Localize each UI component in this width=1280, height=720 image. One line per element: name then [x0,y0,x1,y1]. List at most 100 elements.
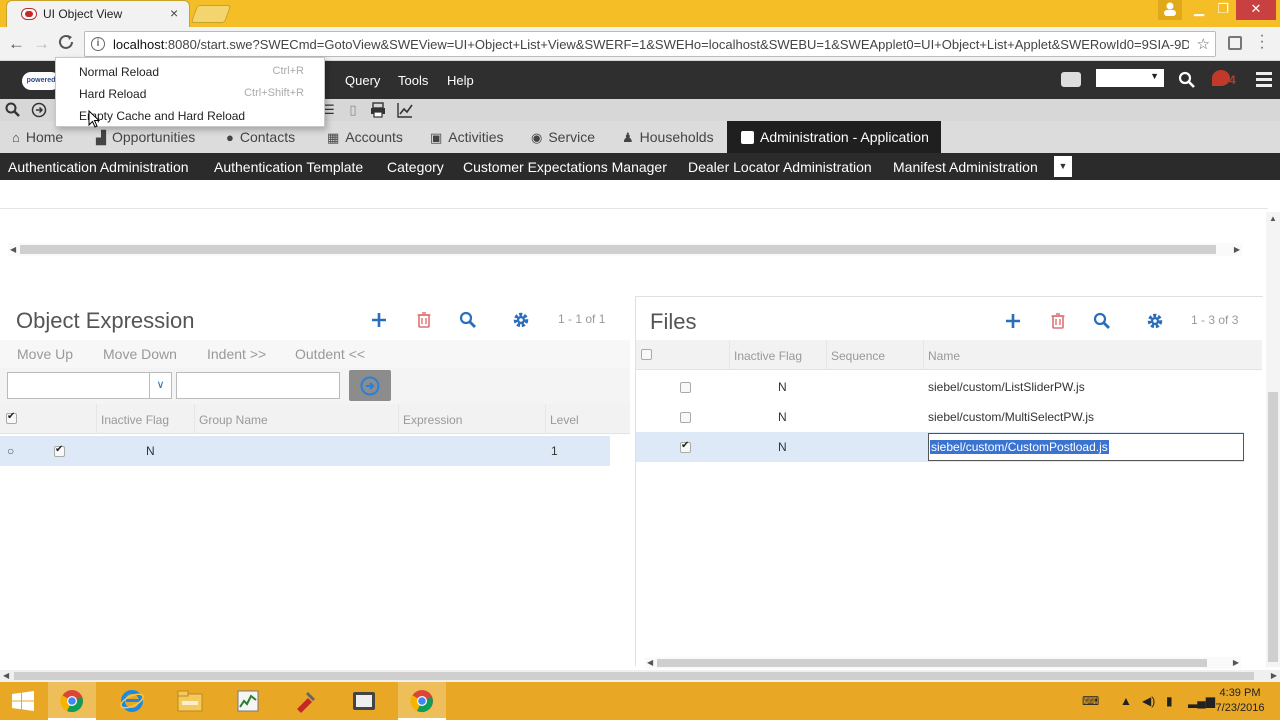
hamburger-menu-icon[interactable] [1256,72,1272,90]
taskbar-chrome-icon[interactable] [48,682,96,720]
volume-icon[interactable]: ◀) [1142,694,1155,708]
indent-button[interactable]: Indent >> [207,346,266,362]
row-checkbox[interactable] [680,440,691,453]
move-up-button[interactable]: Move Up [17,346,73,362]
column-header-sequence[interactable]: Sequence [831,349,885,363]
scroll-left-icon[interactable]: ◀ [647,658,653,667]
taskbar-file-explorer-icon[interactable] [166,682,214,720]
notification-icon[interactable] [1212,70,1230,86]
profile-icon[interactable] [1158,0,1182,20]
view-link-customer-expectations-manager[interactable]: Customer Expectations Manager [463,159,667,175]
row-checkbox[interactable] [54,444,65,457]
cell-name[interactable]: siebel/custom/ListSliderPW.js [928,380,1085,394]
more-views-dropdown[interactable]: ▼ [1054,156,1072,177]
print-icon[interactable] [369,101,387,119]
taskbar-internet-explorer-icon[interactable] [108,682,156,720]
select-all-checkbox[interactable] [641,349,652,360]
search-icon[interactable] [4,101,22,119]
table-row[interactable]: N siebel/custom/ListSliderPW.js [636,372,1244,402]
outdent-button[interactable]: Outdent << [295,346,365,362]
taskbar-task-manager-icon[interactable] [224,682,272,720]
scrollbar-thumb[interactable] [657,659,1207,667]
keyboard-icon[interactable]: ⌨ [1082,694,1099,708]
table-row-selected[interactable]: N siebel/custom/CustomPostload.js [636,432,1244,462]
scrollbar-thumb[interactable] [14,672,1254,680]
clipboard-icon[interactable]: ▯ [344,101,362,119]
table-row[interactable]: ○ N 1 [0,436,610,466]
scroll-right-icon[interactable]: ▶ [1234,245,1240,254]
browser-tab-active[interactable]: UI Object View × [6,0,190,27]
menu-item-hard-reload[interactable]: Hard Reload Ctrl+Shift+R [56,82,324,104]
cell-inactive-flag[interactable]: N [778,380,787,394]
row-checkbox[interactable] [680,382,691,393]
query-field-select[interactable]: ∨ [7,372,172,399]
taskbar-chrome-window-icon[interactable] [398,682,446,720]
table-row[interactable]: N siebel/custom/MultiSelectPW.js [636,402,1244,432]
url-input[interactable]: i localhost:8080/start.swe?SWECmd=GotoVi… [84,31,1216,57]
horizontal-scrollbar[interactable]: ◀ ▶ [645,657,1241,669]
bookmark-star-icon[interactable]: ☆ [1197,35,1210,53]
page-horizontal-scrollbar[interactable]: ◀ ▶ [0,670,1280,682]
view-link-authentication-template[interactable]: Authentication Template [214,159,363,175]
close-window-button[interactable]: ✕ [1236,0,1276,20]
tray-up-arrow-icon[interactable]: ▲ [1120,694,1132,708]
column-header-expression[interactable]: Expression [403,413,462,427]
delete-icon[interactable] [1048,311,1068,331]
scrollbar-thumb[interactable] [1268,392,1278,662]
minimize-button[interactable]: ▁ [1188,0,1210,20]
query-go-button[interactable] [349,370,391,401]
tab-administration-application[interactable]: Administration - Application [727,121,941,153]
scroll-up-icon[interactable]: ▲ [1269,214,1277,223]
scroll-right-icon[interactable]: ▶ [1233,658,1239,667]
cell-inactive-flag[interactable]: N [146,444,155,458]
maximize-button[interactable]: ❐ [1212,0,1234,20]
cell-inactive-flag[interactable]: N [778,440,787,454]
gear-icon[interactable] [511,310,531,330]
view-link-category[interactable]: Category [387,159,444,175]
vertical-scrollbar[interactable]: ▲ [1266,212,1280,667]
scrollbar-thumb[interactable] [20,245,1216,254]
column-header-inactive-flag[interactable]: Inactive Flag [734,349,802,363]
menu-item-normal-reload[interactable]: Normal Reload Ctrl+R [56,60,324,82]
tab-households[interactable]: ♟ Households [622,121,714,153]
clock-date[interactable]: 7/23/2016 [1210,702,1270,714]
scroll-left-icon[interactable]: ◀ [10,245,16,254]
tab-accounts[interactable]: ▦ Accounts [327,121,403,153]
cell-inactive-flag[interactable]: N [778,410,787,424]
power-icon[interactable]: ▮ [1166,694,1173,708]
reload-icon[interactable] [58,32,76,52]
forward-arrow-icon[interactable]: → [33,34,50,54]
delete-icon[interactable] [414,310,434,330]
scroll-left-icon[interactable]: ◀ [3,671,9,680]
menu-help[interactable]: Help [447,73,474,88]
move-down-button[interactable]: Move Down [103,346,177,362]
cell-name[interactable]: siebel/custom/MultiSelectPW.js [928,410,1094,424]
view-link-authentication-administration[interactable]: Authentication Administration [8,159,189,175]
search-icon[interactable] [1092,311,1112,331]
start-button[interactable] [0,682,48,720]
close-tab-icon[interactable]: × [170,5,178,21]
scroll-right-icon[interactable]: ▶ [1271,671,1277,680]
go-arrow-icon[interactable] [30,101,48,119]
gear-icon[interactable] [1145,311,1165,331]
tab-activities[interactable]: ▣ Activities [430,121,504,153]
add-icon[interactable] [1003,311,1023,331]
select-all-checkbox[interactable] [6,411,17,424]
add-icon[interactable] [369,310,389,330]
view-link-manifest-administration[interactable]: Manifest Administration [893,159,1038,175]
column-header-inactive-flag[interactable]: Inactive Flag [101,413,169,427]
back-arrow-icon[interactable]: ← [8,34,25,54]
column-header-name[interactable]: Name [928,349,960,363]
chat-icon[interactable] [1061,72,1081,87]
search-icon[interactable] [1178,71,1196,89]
clock-time[interactable]: 4:39 PM [1210,687,1270,699]
header-dropdown[interactable]: ▼ [1096,69,1164,87]
site-info-icon[interactable]: i [91,37,105,51]
search-icon[interactable] [458,310,478,330]
browser-menu-icon[interactable]: · · · [1258,28,1266,56]
taskbar-tools-icon[interactable] [282,682,330,720]
taskbar-video-icon[interactable] [340,682,388,720]
menu-tools[interactable]: Tools [398,73,428,88]
column-header-level[interactable]: Level [550,413,579,427]
horizontal-scrollbar[interactable]: ◀ ▶ [8,243,1242,256]
